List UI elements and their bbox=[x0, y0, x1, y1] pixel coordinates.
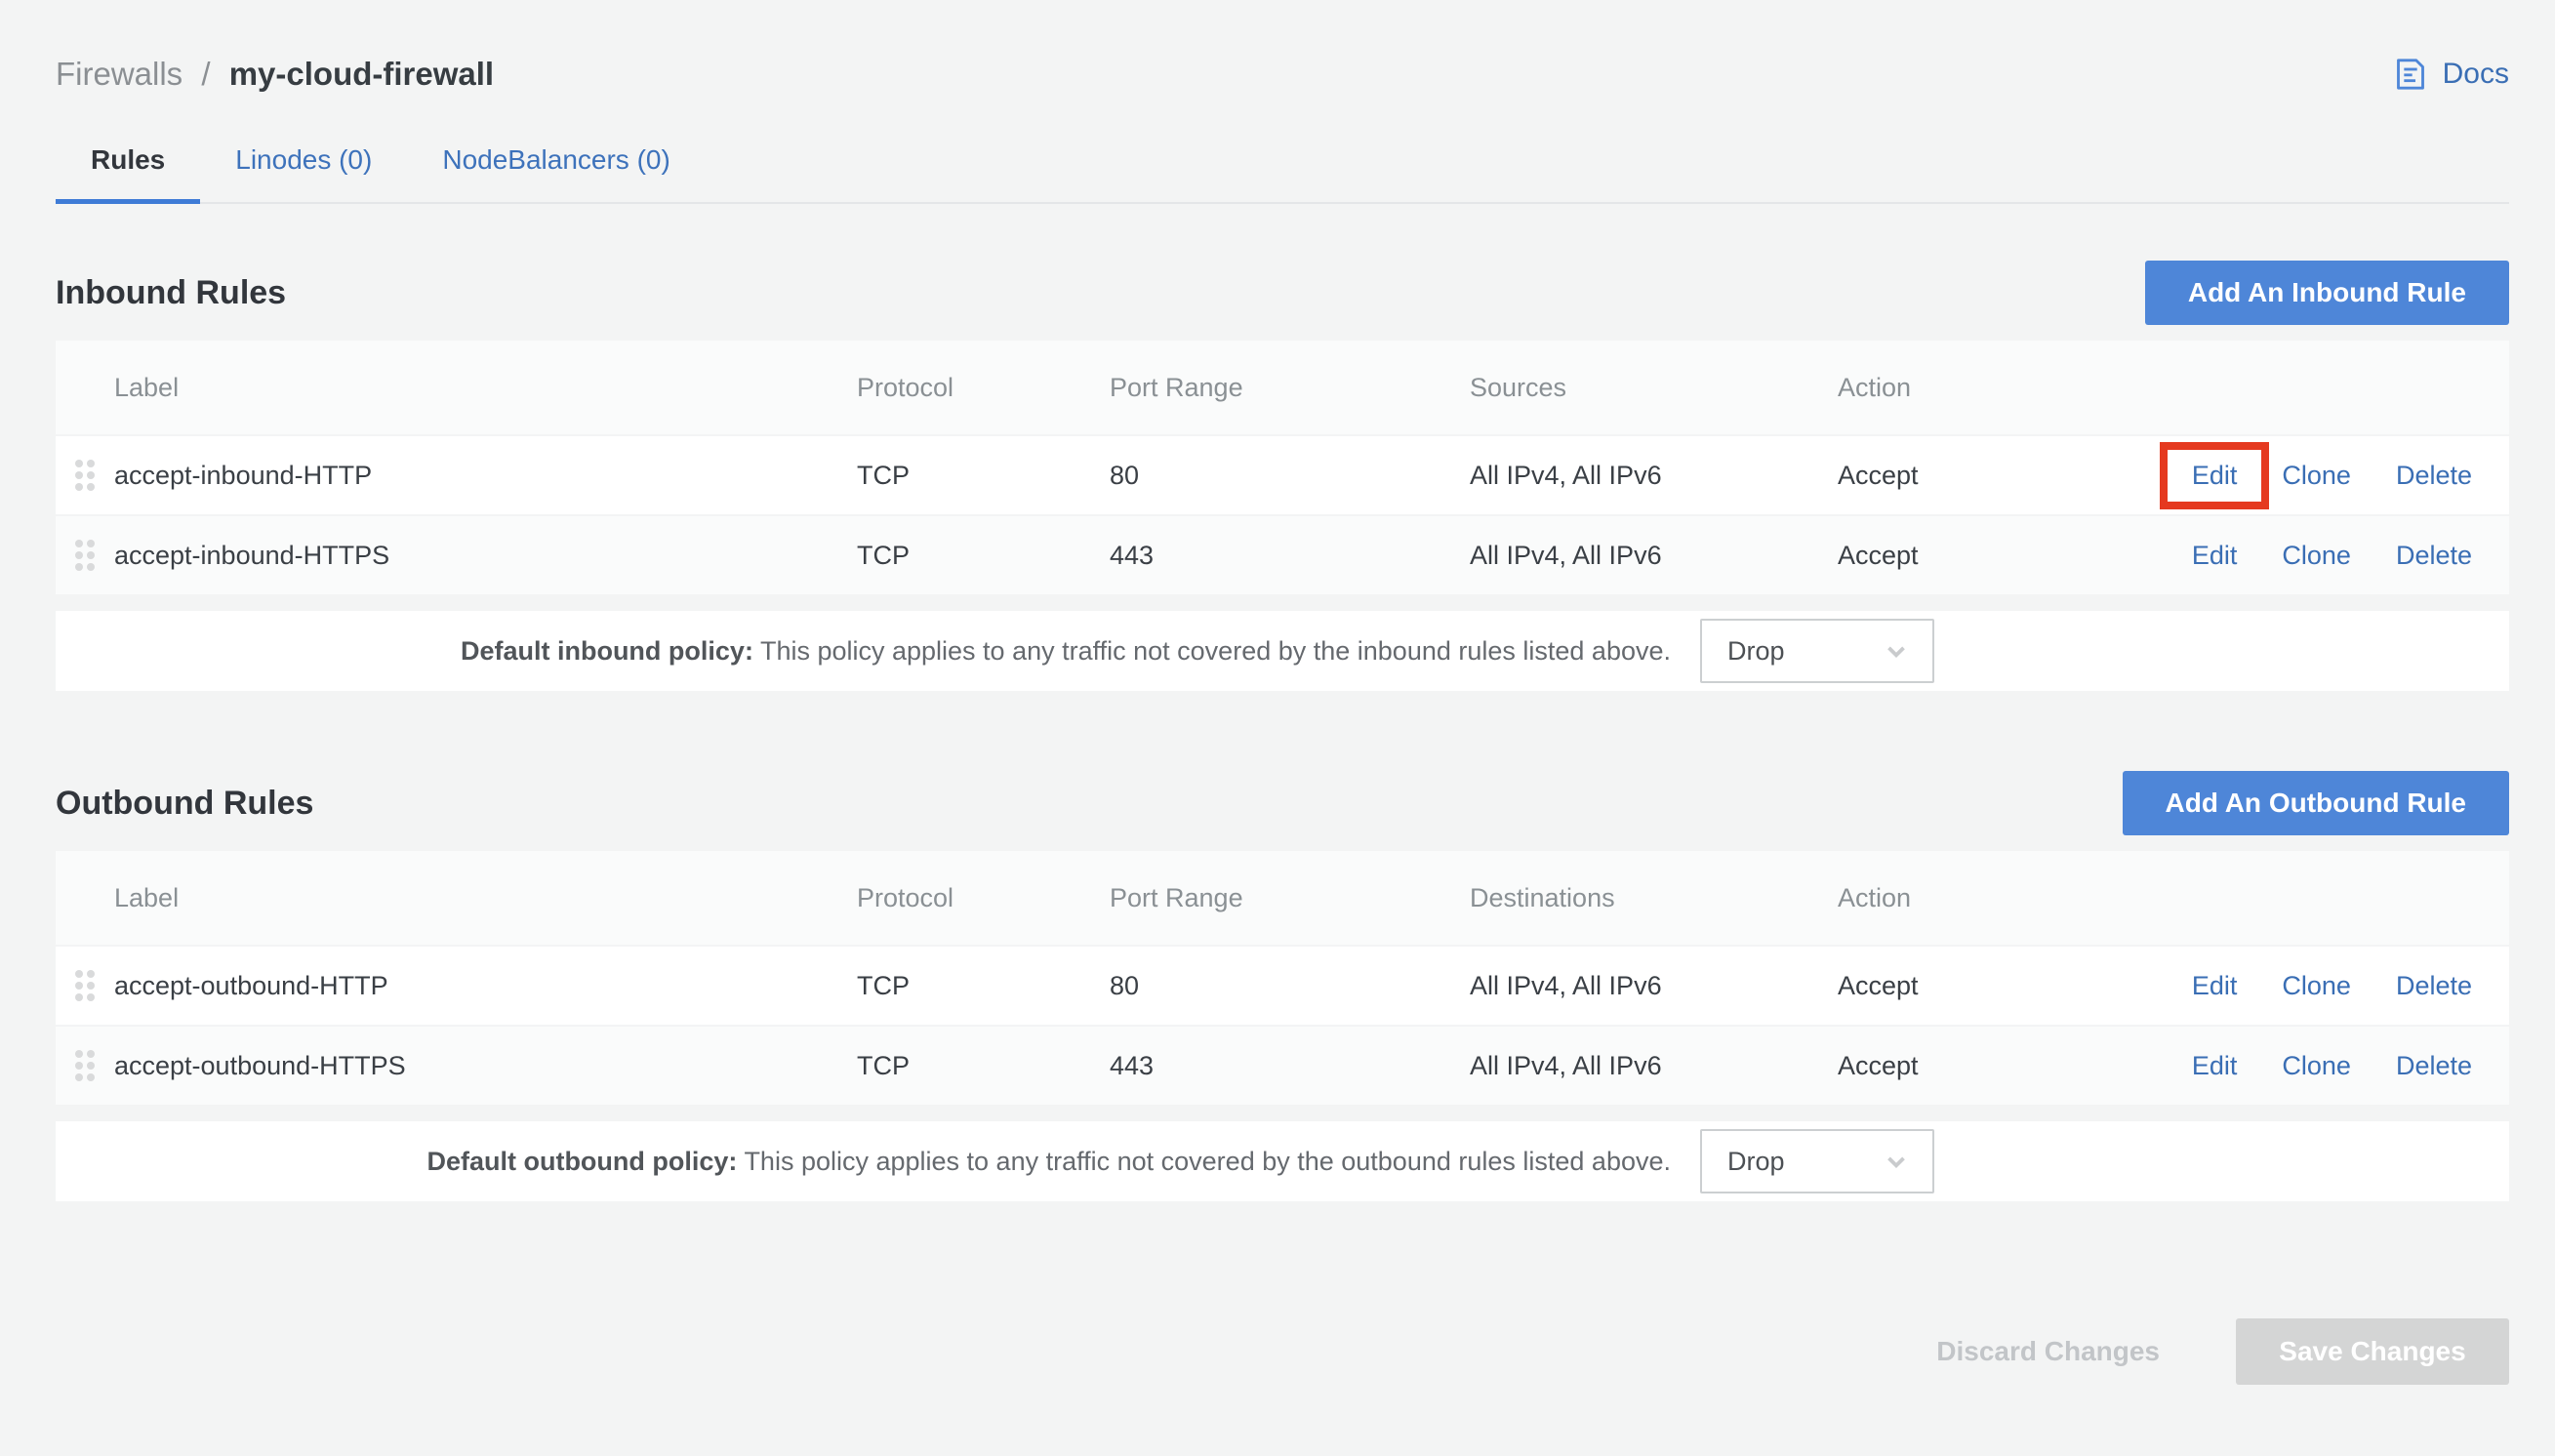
rule-port-range: 80 bbox=[1110, 971, 1470, 1001]
breadcrumb-separator: / bbox=[201, 56, 210, 92]
rule-label: accept-inbound-HTTPS bbox=[114, 541, 857, 571]
docs-link-label: Docs bbox=[2443, 58, 2509, 91]
rule-action: Accept bbox=[1838, 541, 2147, 571]
delete-link[interactable]: Delete bbox=[2396, 971, 2472, 1001]
rule-protocol: TCP bbox=[857, 971, 1110, 1001]
docs-icon bbox=[2391, 55, 2430, 94]
table-row: accept-inbound-HTTP TCP 80 All IPv4, All… bbox=[56, 434, 2509, 514]
rule-protocol: TCP bbox=[857, 1051, 1110, 1081]
inbound-rules-title: Inbound Rules bbox=[56, 274, 286, 312]
clone-link[interactable]: Clone bbox=[2282, 971, 2351, 1001]
col-header-sources: Sources bbox=[1470, 373, 1838, 403]
rule-label: accept-outbound-HTTP bbox=[114, 971, 857, 1001]
col-header-label: Label bbox=[114, 373, 857, 403]
breadcrumb: Firewalls / my-cloud-firewall bbox=[56, 56, 494, 93]
table-row: accept-inbound-HTTPS TCP 443 All IPv4, A… bbox=[56, 514, 2509, 594]
inbound-rules-table: Label Protocol Port Range Sources Action… bbox=[56, 341, 2509, 594]
table-row: accept-outbound-HTTP TCP 80 All IPv4, Al… bbox=[56, 945, 2509, 1025]
breadcrumb-firewalls-link[interactable]: Firewalls bbox=[56, 56, 182, 92]
clone-link[interactable]: Clone bbox=[2282, 541, 2351, 571]
table-header-row: Label Protocol Port Range Sources Action bbox=[56, 341, 2509, 434]
edit-link[interactable]: Edit bbox=[2192, 461, 2238, 490]
form-actions: Discard Changes Save Changes bbox=[56, 1318, 2509, 1385]
clone-link[interactable]: Clone bbox=[2282, 461, 2351, 491]
rule-label: accept-outbound-HTTPS bbox=[114, 1051, 857, 1081]
edit-link[interactable]: Edit bbox=[2192, 1051, 2238, 1081]
edit-link[interactable]: Edit bbox=[2192, 541, 2238, 571]
save-changes-button[interactable]: Save Changes bbox=[2236, 1318, 2509, 1385]
drag-handle-icon[interactable] bbox=[70, 456, 100, 495]
default-outbound-policy-text: Default outbound policy: This policy app… bbox=[426, 1147, 1671, 1177]
delete-link[interactable]: Delete bbox=[2396, 461, 2472, 491]
inbound-rules-section: Inbound Rules Add An Inbound Rule Label … bbox=[56, 261, 2509, 691]
delete-link[interactable]: Delete bbox=[2396, 1051, 2472, 1081]
tab-nodebalancers[interactable]: NodeBalancers (0) bbox=[407, 137, 705, 204]
col-header-action: Action bbox=[1838, 883, 2147, 913]
rule-action: Accept bbox=[1838, 461, 2147, 491]
docs-link[interactable]: Docs bbox=[2391, 55, 2509, 94]
col-header-destinations: Destinations bbox=[1470, 883, 1838, 913]
rule-protocol: TCP bbox=[857, 461, 1110, 491]
rule-sources: All IPv4, All IPv6 bbox=[1470, 461, 1838, 491]
rule-action: Accept bbox=[1838, 971, 2147, 1001]
col-header-label: Label bbox=[114, 883, 857, 913]
default-outbound-policy-row: Default outbound policy: This policy app… bbox=[56, 1121, 2509, 1201]
rule-destinations: All IPv4, All IPv6 bbox=[1470, 1051, 1838, 1081]
default-outbound-policy-label: Default outbound policy: bbox=[426, 1147, 737, 1176]
rule-sources: All IPv4, All IPv6 bbox=[1470, 541, 1838, 571]
add-inbound-rule-button[interactable]: Add An Inbound Rule bbox=[2145, 261, 2509, 325]
inbound-policy-select[interactable]: Drop bbox=[1700, 619, 1934, 683]
discard-changes-button[interactable]: Discard Changes bbox=[1936, 1336, 2160, 1367]
rule-port-range: 443 bbox=[1110, 541, 1470, 571]
rule-destinations: All IPv4, All IPv6 bbox=[1470, 971, 1838, 1001]
default-inbound-policy-row: Default inbound policy: This policy appl… bbox=[56, 611, 2509, 691]
default-outbound-policy-description: This policy applies to any traffic not c… bbox=[744, 1147, 1671, 1176]
col-header-protocol: Protocol bbox=[857, 883, 1110, 913]
delete-link[interactable]: Delete bbox=[2396, 541, 2472, 571]
rule-protocol: TCP bbox=[857, 541, 1110, 571]
rule-action: Accept bbox=[1838, 1051, 2147, 1081]
tab-bar: Rules Linodes (0) NodeBalancers (0) bbox=[56, 137, 2509, 204]
outbound-policy-select[interactable]: Drop bbox=[1700, 1129, 1934, 1193]
outbound-rules-title: Outbound Rules bbox=[56, 785, 313, 823]
add-outbound-rule-button[interactable]: Add An Outbound Rule bbox=[2123, 771, 2509, 835]
col-header-protocol: Protocol bbox=[857, 373, 1110, 403]
outbound-rules-section: Outbound Rules Add An Outbound Rule Labe… bbox=[56, 771, 2509, 1201]
firewall-detail-page: Firewalls / my-cloud-firewall Docs Rules… bbox=[0, 0, 2555, 1385]
drag-handle-icon[interactable] bbox=[70, 966, 100, 1005]
table-header-row: Label Protocol Port Range Destinations A… bbox=[56, 851, 2509, 945]
page-header: Firewalls / my-cloud-firewall Docs bbox=[56, 55, 2509, 94]
rule-label: accept-inbound-HTTP bbox=[114, 461, 857, 491]
default-inbound-policy-text: Default inbound policy: This policy appl… bbox=[461, 636, 1671, 667]
outbound-rules-table: Label Protocol Port Range Destinations A… bbox=[56, 851, 2509, 1105]
drag-handle-icon[interactable] bbox=[70, 1046, 100, 1085]
clone-link[interactable]: Clone bbox=[2282, 1051, 2351, 1081]
drag-handle-icon[interactable] bbox=[70, 536, 100, 575]
edit-link[interactable]: Edit bbox=[2192, 971, 2238, 1001]
table-row: accept-outbound-HTTPS TCP 443 All IPv4, … bbox=[56, 1025, 2509, 1105]
default-inbound-policy-description: This policy applies to any traffic not c… bbox=[760, 636, 1671, 666]
chevron-down-icon bbox=[1882, 636, 1911, 666]
inbound-policy-selected-value: Drop bbox=[1727, 636, 1785, 667]
col-header-action: Action bbox=[1838, 373, 2147, 403]
tab-rules[interactable]: Rules bbox=[56, 137, 200, 204]
rule-port-range: 80 bbox=[1110, 461, 1470, 491]
col-header-port-range: Port Range bbox=[1110, 373, 1470, 403]
page-title: my-cloud-firewall bbox=[229, 56, 494, 92]
tab-linodes[interactable]: Linodes (0) bbox=[200, 137, 407, 204]
default-inbound-policy-label: Default inbound policy: bbox=[461, 636, 753, 666]
rule-port-range: 443 bbox=[1110, 1051, 1470, 1081]
col-header-port-range: Port Range bbox=[1110, 883, 1470, 913]
chevron-down-icon bbox=[1882, 1147, 1911, 1176]
outbound-policy-selected-value: Drop bbox=[1727, 1147, 1785, 1177]
